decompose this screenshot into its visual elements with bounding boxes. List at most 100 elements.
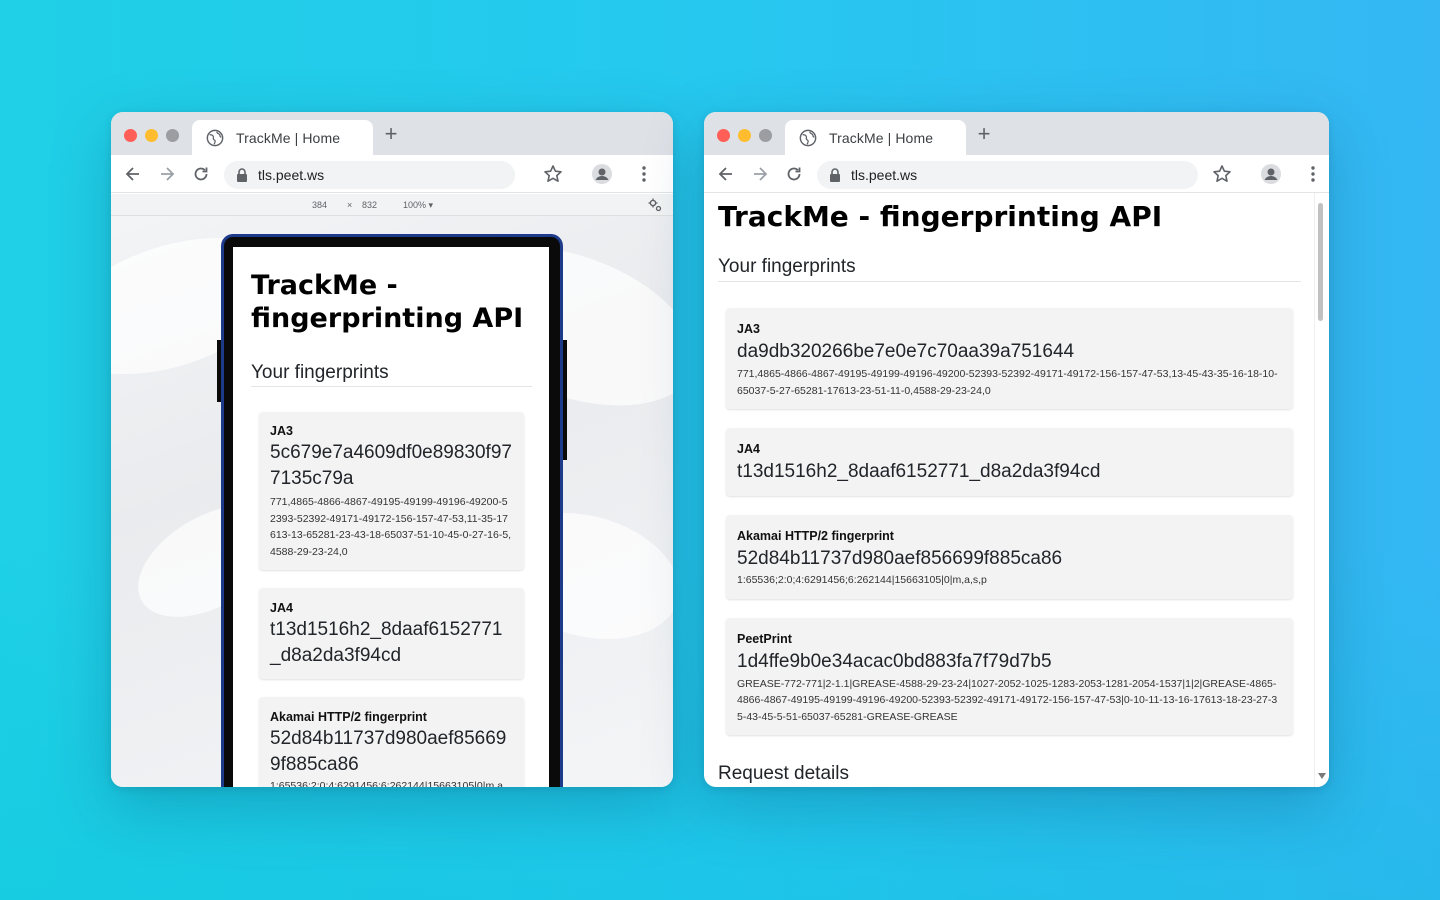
back-button[interactable] xyxy=(716,164,736,184)
fingerprint-hash: 5c679e7a4609df0e89830f977135c79a xyxy=(270,442,512,489)
menu-button[interactable] xyxy=(1303,164,1323,184)
page-title: TrackMe - fingerprinting API xyxy=(718,200,1163,233)
reload-icon xyxy=(787,167,801,181)
fingerprint-raw: 771,4865-4866-4867-49195-49199-49196-492… xyxy=(737,368,1278,397)
new-tab-button[interactable]: + xyxy=(974,123,994,145)
menu-button[interactable] xyxy=(634,164,654,184)
caret-down-icon: ▾ xyxy=(428,200,434,210)
vertical-scrollbar[interactable] xyxy=(1314,193,1329,787)
akamai-card: Akamai HTTP/2 fingerprint 52d84b11737d98… xyxy=(259,697,524,787)
browser-toolbar: tls.peet.ws xyxy=(704,155,1329,193)
browser-toolbar: tls.peet.ws xyxy=(111,155,673,193)
bookmark-button[interactable] xyxy=(1212,164,1232,184)
fingerprint-label: Akamai HTTP/2 fingerprint xyxy=(737,529,894,543)
address-bar[interactable]: tls.peet.ws xyxy=(224,161,515,189)
device-frame: TrackMe - fingerprinting API Your finger… xyxy=(217,234,567,787)
tab-strip: TrackMe | Home + xyxy=(111,112,673,155)
fingerprint-hash: t13d1516h2_8daaf6152771_d8a2da3f94cd xyxy=(737,461,1101,482)
back-arrow-icon xyxy=(718,167,732,181)
forward-button[interactable] xyxy=(157,164,177,184)
device-toolbar: 384 × 832 100% ▾ xyxy=(111,194,673,216)
fingerprint-label: JA3 xyxy=(270,424,293,438)
ja4-card: JA4 t13d1516h2_8daaf6152771_d8a2da3f94cd xyxy=(259,588,524,679)
page-title: TrackMe - fingerprinting API xyxy=(251,269,532,335)
globe-icon xyxy=(206,129,224,146)
scroll-down-arrow-icon[interactable] xyxy=(1318,773,1326,779)
peetprint-card: PeetPrint 1d4ffe9b0e34acac0bd883fa7f79d7… xyxy=(726,617,1293,735)
back-arrow-icon xyxy=(125,167,139,181)
globe-icon xyxy=(799,129,817,146)
new-tab-button[interactable]: + xyxy=(381,123,401,145)
akamai-card: Akamai HTTP/2 fingerprint 52d84b11737d98… xyxy=(726,515,1293,599)
fingerprint-label: PeetPrint xyxy=(737,631,792,646)
zoom-select[interactable]: 100% ▾ xyxy=(403,200,433,211)
viewport-height[interactable]: 832 xyxy=(362,200,377,210)
lock-icon xyxy=(237,168,247,182)
ja4-card: JA4 t13d1516h2_8daaf6152771_d8a2da3f94cd xyxy=(726,428,1293,496)
tab-strip: TrackMe | Home + xyxy=(704,112,1329,155)
close-window-button[interactable] xyxy=(124,129,137,142)
reload-icon xyxy=(194,167,208,181)
window-controls xyxy=(717,129,772,142)
tab-title: TrackMe | Home xyxy=(829,129,934,146)
reload-button[interactable] xyxy=(784,164,804,184)
mobile-viewport: TrackMe - fingerprinting API Your finger… xyxy=(233,247,549,787)
bookmark-button[interactable] xyxy=(543,164,563,184)
url-text: tls.peet.ws xyxy=(258,167,325,183)
scrollbar-thumb[interactable] xyxy=(1318,203,1323,321)
viewport-width[interactable]: 384 xyxy=(312,200,327,210)
fingerprint-hash: 52d84b11737d980aef856699f885ca86 xyxy=(270,728,507,775)
browser-tab[interactable]: TrackMe | Home xyxy=(785,120,966,155)
browser-tab[interactable]: TrackMe | Home xyxy=(192,120,373,155)
browser-window-mobile-emulation: TrackMe | Home + tls.peet.ws 384 × 832 1… xyxy=(111,112,673,787)
avatar-icon xyxy=(1261,164,1281,184)
tab-title: TrackMe | Home xyxy=(236,129,341,146)
star-icon xyxy=(1213,165,1231,182)
fingerprint-hash: 52d84b11737d980aef856699f885ca86 xyxy=(737,548,1063,569)
kebab-menu-icon xyxy=(1311,166,1315,182)
section-heading-fingerprints: Your fingerprints xyxy=(718,256,1301,282)
device-side-button xyxy=(217,340,221,402)
fingerprint-label: Akamai HTTP/2 fingerprint xyxy=(270,710,427,724)
section-heading-request-details: Request details xyxy=(718,763,849,784)
zoom-window-button[interactable] xyxy=(166,129,179,142)
browser-window-desktop: TrackMe | Home + tls.peet.ws TrackMe - f… xyxy=(704,112,1329,787)
forward-button[interactable] xyxy=(750,164,770,184)
profile-button[interactable] xyxy=(1261,164,1281,184)
fingerprint-raw: 771,4865-4866-4867-49195-49199-49196-492… xyxy=(270,496,512,558)
fingerprint-raw: 1:65536;2:0;4:6291456;6:262144|15663105|… xyxy=(270,780,506,787)
fingerprint-label: JA3 xyxy=(737,322,760,336)
profile-button[interactable] xyxy=(592,164,612,184)
fingerprint-raw: 1:65536;2:0;4:6291456;6:262144|15663105|… xyxy=(737,574,987,586)
page-title-line: TrackMe - xyxy=(251,270,398,301)
window-controls xyxy=(124,129,179,142)
lock-icon xyxy=(830,168,840,182)
ja3-card: JA3 da9db320266be7e0e7c70aa39a751644 771… xyxy=(726,308,1293,409)
back-button[interactable] xyxy=(123,164,143,184)
address-bar[interactable]: tls.peet.ws xyxy=(817,161,1198,189)
dimension-separator: × xyxy=(347,200,353,210)
zoom-window-button[interactable] xyxy=(759,129,772,142)
zoom-value: 100% xyxy=(403,200,427,210)
page-title-line: fingerprinting API xyxy=(251,303,524,334)
device-side-button xyxy=(563,340,567,460)
page-viewport: TrackMe - fingerprinting API Your finger… xyxy=(704,193,1329,787)
device-settings-icon[interactable] xyxy=(647,197,663,213)
close-window-button[interactable] xyxy=(717,129,730,142)
avatar-icon xyxy=(592,164,612,184)
section-heading-fingerprints: Your fingerprints xyxy=(251,362,532,387)
minimize-window-button[interactable] xyxy=(145,129,158,142)
fingerprint-hash: 1d4ffe9b0e34acac0bd883fa7f79d7b5 xyxy=(737,650,1052,672)
kebab-menu-icon xyxy=(642,166,646,182)
minimize-window-button[interactable] xyxy=(738,129,751,142)
forward-arrow-icon xyxy=(161,167,175,181)
star-icon xyxy=(544,165,562,182)
url-text: tls.peet.ws xyxy=(851,167,918,183)
emulation-canvas: TrackMe - fingerprinting API Your finger… xyxy=(111,216,673,787)
fingerprint-label: JA4 xyxy=(737,442,760,456)
fingerprint-hash: t13d1516h2_8daaf6152771_d8a2da3f94cd xyxy=(270,619,503,666)
fingerprint-label: JA4 xyxy=(270,601,293,615)
forward-arrow-icon xyxy=(754,167,768,181)
ja3-card: JA3 5c679e7a4609df0e89830f977135c79a 771… xyxy=(259,412,524,570)
reload-button[interactable] xyxy=(191,164,211,184)
